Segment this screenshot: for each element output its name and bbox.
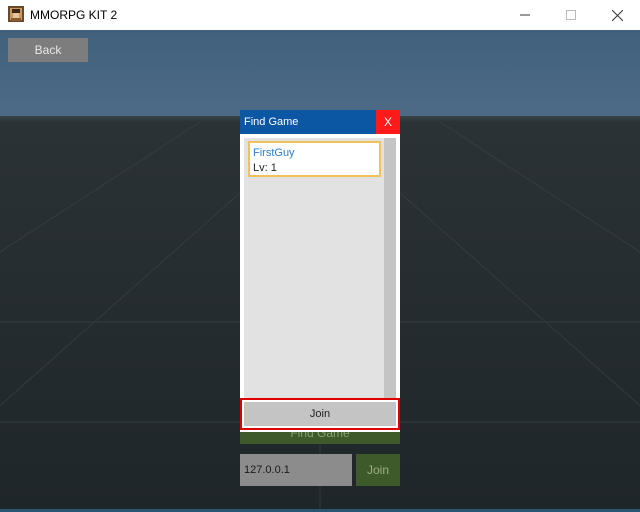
game-viewport[interactable]: Back Find Game Join Find Game X FirstGuy… [0,30,640,512]
dialog-header: Find Game X [240,110,400,134]
dialog-join-button[interactable]: Join [244,402,396,426]
find-game-dialog: Find Game X FirstGuy Lv: 1 Join [240,110,400,432]
game-host-level: Lv: 1 [253,162,277,174]
sky-backdrop [0,30,640,116]
server-address-input[interactable] [240,454,352,486]
close-icon [611,9,623,21]
game-list-scrollbar[interactable] [384,138,396,398]
join-address-button[interactable]: Join [356,454,400,486]
minimize-button[interactable] [502,0,548,30]
close-button[interactable] [594,0,640,30]
back-button[interactable]: Back [8,38,88,62]
app-icon [8,6,24,22]
game-list[interactable]: FirstGuy Lv: 1 [244,138,384,398]
maximize-button[interactable] [548,0,594,30]
window-titlebar[interactable]: MMORPG KIT 2 [0,0,640,30]
window-title: MMORPG KIT 2 [30,8,118,22]
dialog-close-button[interactable]: X [376,110,400,134]
maximize-icon [566,10,576,20]
game-host-name: FirstGuy [253,147,295,159]
game-list-item[interactable]: FirstGuy Lv: 1 [248,141,381,177]
dialog-join-frame: Join [240,398,400,430]
minimize-icon [520,14,530,16]
dialog-title: Find Game [244,116,299,128]
